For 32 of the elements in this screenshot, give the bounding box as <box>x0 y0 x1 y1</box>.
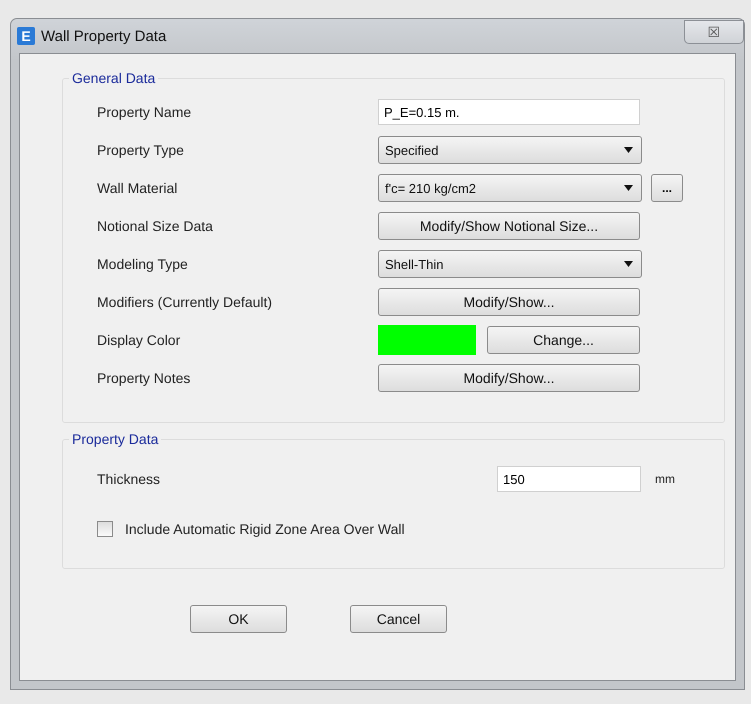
cancel-button[interactable]: Cancel <box>350 605 447 633</box>
field-label: Thickness <box>97 471 162 487</box>
thickness-field[interactable]: 150 <box>497 466 641 492</box>
dropdown-arrow-icon <box>624 261 633 267</box>
field-label: Property Notes <box>97 370 192 386</box>
field-label: Notional Size Data <box>97 218 214 234</box>
close-button[interactable]: ☒ <box>684 20 744 44</box>
unit-label: mm <box>655 472 675 486</box>
field-label: Modeling Type <box>97 256 189 272</box>
field-label: Display Color <box>97 332 182 348</box>
dropdown[interactable]: f'c= 210 kg/cm2 <box>378 174 642 202</box>
checkbox-label: Include Automatic Rigid Zone Area Over Wall <box>125 521 405 537</box>
modify-button[interactable]: Modify/Show Notional Size... <box>378 212 640 240</box>
field-label: Wall Material <box>97 180 178 196</box>
group-title: General Data <box>69 70 158 86</box>
dropdown-arrow-icon <box>624 185 633 191</box>
app-icon: E <box>17 27 35 45</box>
change-button[interactable]: Change... <box>487 326 640 354</box>
field-label: Property Name <box>97 104 192 120</box>
modify-button[interactable]: Modify/Show... <box>378 288 640 316</box>
dropdown-arrow-icon <box>624 147 633 153</box>
checkbox[interactable] <box>97 521 113 537</box>
window-title: Wall Property Data <box>41 28 168 44</box>
dropdown[interactable]: Specified <box>378 136 642 164</box>
ok-button[interactable]: OK <box>190 605 287 633</box>
browse-button[interactable]: ... <box>651 174 683 202</box>
field-label: Property Type <box>97 142 185 158</box>
field-label: Modifiers (Currently Default) <box>97 294 274 310</box>
group-title: Property Data <box>69 431 162 447</box>
property-name-field[interactable]: P_E=0.15 m. <box>378 99 640 125</box>
dropdown[interactable]: Shell-Thin <box>378 250 642 278</box>
modify-button[interactable]: Modify/Show... <box>378 364 640 392</box>
